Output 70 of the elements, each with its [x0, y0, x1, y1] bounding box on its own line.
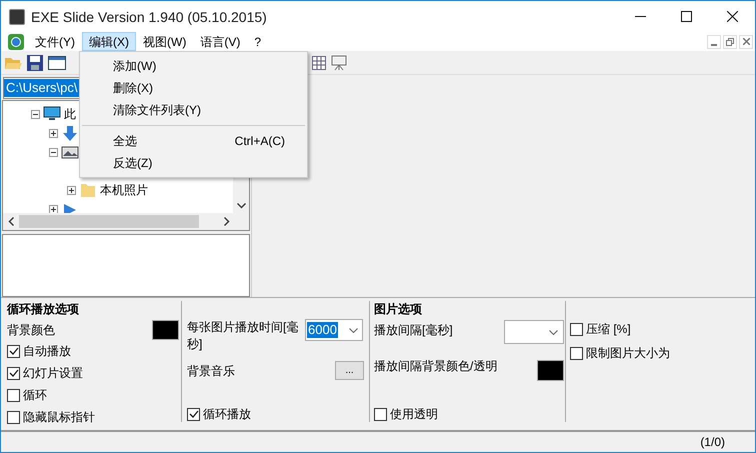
chevron-left-icon [8, 216, 14, 226]
app-icon [9, 8, 25, 24]
menu-option[interactable]: 添加(W) [80, 55, 307, 77]
field-label: 背景音乐 [187, 362, 236, 378]
field-label: 播放间隔[毫秒] [374, 322, 454, 338]
menu-item[interactable]: ? [247, 32, 268, 51]
expander-icon[interactable] [49, 148, 58, 157]
menu-option[interactable]: 清除文件列表(Y) [80, 99, 307, 121]
chevron-down-icon [236, 202, 246, 209]
mdi-restore-button[interactable] [723, 34, 737, 48]
checkbox-label: 使用透明 [390, 406, 438, 422]
checkbox-label: 自动播放 [23, 343, 71, 359]
checkbox-label: 循环 [23, 387, 47, 403]
menu-option[interactable]: 全选 Ctrl+A(C) [80, 130, 307, 152]
checkbox[interactable] [570, 346, 583, 360]
section-title: 循环播放选项 [7, 301, 80, 317]
save-icon[interactable] [27, 54, 43, 70]
picture-icon [61, 144, 79, 160]
status-counter: (1/0) [700, 434, 725, 450]
menu-item[interactable]: 编辑(X) [82, 32, 136, 51]
checkbox-label: 循环播放 [203, 406, 251, 422]
menu-item[interactable]: 文件(Y) [28, 32, 82, 51]
color-swatch[interactable] [537, 360, 564, 381]
checkbox[interactable] [570, 322, 583, 336]
menu-item[interactable]: 语言(V) [193, 32, 248, 51]
expander-icon[interactable] [31, 110, 40, 119]
section-title: 图片选项 [374, 301, 423, 317]
checkbox-label: 限制图片大小为 [586, 345, 670, 361]
menu-option[interactable]: 反选(Z) [80, 152, 307, 174]
presentation-icon[interactable] [331, 54, 347, 70]
chevron-down-icon [349, 328, 358, 332]
close-icon [742, 38, 750, 45]
expander-icon[interactable] [49, 128, 58, 138]
mdi-close-button[interactable] [739, 34, 753, 48]
field-label: 背景颜色 [7, 322, 55, 338]
checkbox[interactable] [7, 388, 20, 402]
restore-icon [726, 38, 734, 46]
close-icon [726, 11, 738, 22]
window-title: EXE Slide Version 1.940 (05.10.2015) [31, 8, 267, 24]
mdi-minimize-button[interactable] [707, 34, 721, 48]
expander-icon[interactable] [67, 186, 76, 195]
tree-item[interactable]: 本机照片 [100, 182, 148, 198]
checkbox[interactable] [187, 408, 200, 420]
checkbox[interactable] [374, 408, 387, 420]
field-label: 播放间隔背景颜色/透明 [374, 358, 498, 374]
chevron-down-icon [549, 330, 558, 334]
time-dropdown[interactable]: 6000 [305, 319, 363, 341]
checkbox[interactable] [7, 366, 20, 380]
window-icon[interactable] [48, 56, 66, 70]
minimize-icon [634, 16, 646, 17]
maximize-icon [680, 11, 692, 22]
folder-icon [79, 182, 97, 198]
checkbox[interactable] [7, 410, 20, 424]
horizontal-scrollbar[interactable] [3, 212, 249, 230]
menu-item[interactable]: 视图(W) [136, 32, 194, 51]
expander-icon[interactable] [49, 204, 58, 213]
field-label: 每张图片播放时间[毫秒] [187, 319, 300, 353]
download-arrow-icon [61, 125, 79, 142]
checkbox-label: 隐藏鼠标指针 [23, 409, 95, 425]
tree-item[interactable]: 此 [64, 106, 76, 122]
checkbox[interactable] [7, 344, 20, 358]
minimize-icon [711, 44, 717, 46]
color-swatch[interactable] [152, 320, 179, 340]
scrollbar-thumb[interactable] [19, 214, 199, 228]
grid-icon[interactable] [312, 56, 326, 70]
chevron-right-icon [224, 216, 230, 226]
browse-button[interactable]: ... [335, 361, 364, 380]
computer-icon [43, 106, 61, 122]
checkbox-label: 压缩 [%] [586, 321, 631, 337]
checkbox-label: 幻灯片设置 [23, 365, 83, 381]
